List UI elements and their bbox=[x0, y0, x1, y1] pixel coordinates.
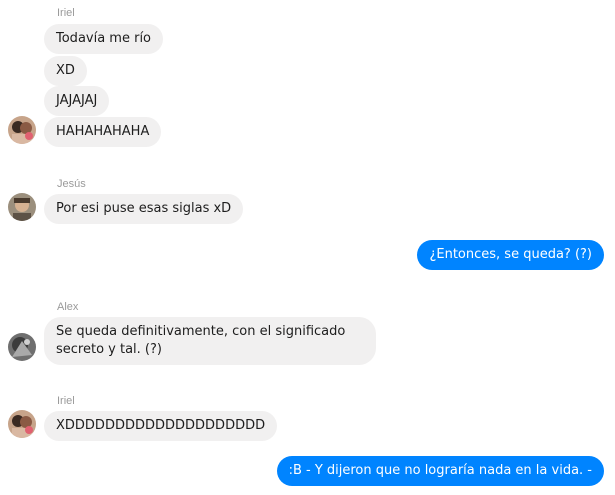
avatar-iriel[interactable] bbox=[8, 116, 36, 144]
my-message-bubble[interactable]: :B - Y dijeron que no lograría nada en l… bbox=[276, 456, 604, 486]
my-message-bubble[interactable]: ¿Entonces, se queda? (?) bbox=[417, 240, 604, 270]
avatar-jesus-image bbox=[8, 193, 36, 221]
message-bubble[interactable]: JAJAJAJ bbox=[44, 86, 110, 116]
sender-name-iriel: Iriel bbox=[57, 7, 75, 19]
message-bubble[interactable]: XD bbox=[44, 56, 87, 86]
message-bubble[interactable]: HAHAHAHAHA bbox=[44, 117, 162, 147]
avatar-jesus[interactable] bbox=[8, 193, 36, 221]
sender-name-jesus: Jesús bbox=[57, 178, 86, 190]
message-bubble[interactable]: Se queda definitivamente, con el signifi… bbox=[44, 317, 376, 365]
avatar-iriel-image bbox=[8, 116, 36, 144]
message-bubble[interactable]: Por esi puse esas siglas xD bbox=[44, 194, 244, 224]
sender-name-iriel: Iriel bbox=[57, 395, 75, 407]
avatar-iriel-image bbox=[8, 410, 36, 438]
sender-name-alex: Alex bbox=[57, 301, 79, 313]
avatar-alex[interactable] bbox=[8, 333, 36, 361]
message-bubble[interactable]: Todavía me río bbox=[44, 24, 164, 54]
avatar-iriel[interactable] bbox=[8, 410, 36, 438]
message-bubble[interactable]: XDDDDDDDDDDDDDDDDDDDD bbox=[44, 411, 278, 441]
avatar-alex-image bbox=[8, 333, 36, 361]
